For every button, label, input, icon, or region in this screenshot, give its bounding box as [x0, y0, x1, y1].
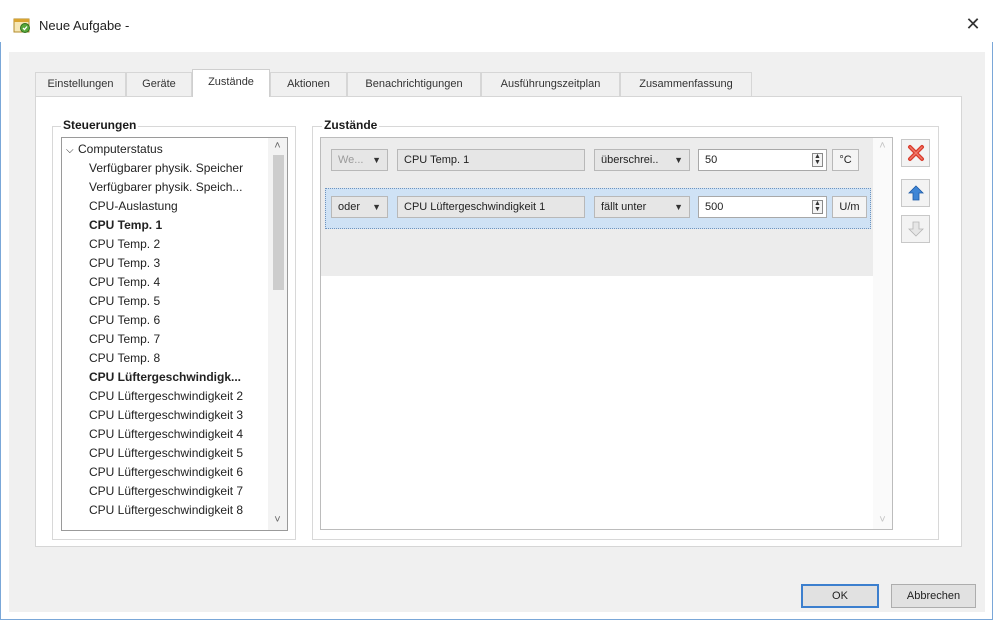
scroll-up-icon[interactable]: ˄ — [268, 138, 287, 154]
controls-tree-scrollbar[interactable]: ˄ ˅ — [268, 138, 287, 530]
spin-updown-icon[interactable]: ▲ ▼ — [812, 153, 823, 167]
ok-button[interactable]: OK — [801, 584, 879, 608]
scroll-up-icon[interactable]: ˄ — [873, 138, 892, 154]
tree-item[interactable]: CPU Lüftergeschwindigkeit 6 — [89, 463, 243, 482]
delete-state-button[interactable] — [901, 139, 930, 167]
tree-node-label: Computerstatus — [78, 142, 163, 156]
scroll-down-icon[interactable]: ˅ — [268, 512, 287, 528]
unit-label: °C — [832, 149, 859, 171]
tree-item[interactable]: CPU Lüftergeschwindigkeit 8 — [89, 501, 243, 520]
tab-geraete[interactable]: Geräte — [126, 72, 192, 96]
tree-item[interactable]: CPU Lüftergeschwindigkeit 2 — [89, 387, 243, 406]
move-up-button[interactable] — [901, 179, 930, 207]
tree-item[interactable]: Verfügbarer physik. Speich... — [89, 178, 242, 197]
value-text: 50 — [705, 154, 718, 166]
controls-group-title: Steuerungen — [61, 118, 139, 132]
cancel-button[interactable]: Abbrechen — [891, 584, 976, 608]
logic-dropdown[interactable]: We... ▼ — [331, 149, 388, 171]
sensor-field[interactable]: CPU Temp. 1 — [397, 149, 585, 171]
operator-dropdown-value: fällt unter — [601, 201, 647, 213]
value-spinbox[interactable]: 50 ▲ ▼ — [698, 149, 827, 171]
tree-item[interactable]: CPU Temp. 2 — [89, 235, 160, 254]
states-list: We... ▼ CPU Temp. 1 überschrei.. ▼ 50 ▲ ▼… — [320, 137, 893, 530]
tree-item[interactable]: CPU Lüftergeschwindigkeit 5 — [89, 444, 243, 463]
logic-dropdown-value: We... — [338, 154, 364, 166]
tree-item[interactable]: CPU Temp. 1 — [89, 216, 162, 235]
operator-dropdown[interactable]: überschrei.. ▼ — [594, 149, 690, 171]
controls-tree[interactable]: ⌵ Computerstatus Verfügbarer physik. Spei… — [61, 137, 288, 531]
title-bar: Neue Aufgabe - ✕ — [0, 0, 993, 42]
tree-item[interactable]: CPU Temp. 6 — [89, 311, 160, 330]
move-down-button[interactable] — [901, 215, 930, 243]
delete-x-icon — [907, 145, 924, 161]
chevron-down-icon[interactable]: ⌵ — [66, 141, 78, 160]
dropdown-arrow-icon: ▼ — [372, 202, 381, 212]
tab-zusammenfassung[interactable]: Zusammenfassung — [620, 72, 752, 96]
scrollbar-thumb[interactable] — [273, 155, 284, 290]
arrow-up-icon — [907, 185, 924, 201]
value-text: 500 — [705, 201, 724, 213]
tree-item[interactable]: CPU Lüftergeschwindigkeit 4 — [89, 425, 243, 444]
app-icon — [13, 18, 30, 33]
arrow-down-icon — [907, 221, 924, 237]
value-spinbox[interactable]: 500 ▲ ▼ — [698, 196, 827, 218]
tab-ausfuehrungszeitplan[interactable]: Ausführungszeitplan — [481, 72, 620, 96]
tree-item[interactable]: CPU Lüftergeschwindigk... — [89, 368, 241, 387]
tree-item[interactable]: CPU Temp. 8 — [89, 349, 160, 368]
logic-dropdown[interactable]: oder ▼ — [331, 196, 388, 218]
tree-item[interactable]: CPU Temp. 3 — [89, 254, 160, 273]
states-group-title: Zustände — [322, 118, 380, 132]
tree-item[interactable]: CPU Lüftergeschwindigkeit 7 — [89, 482, 243, 501]
scroll-down-icon[interactable]: ˅ — [873, 512, 892, 528]
tree-item[interactable]: CPU Temp. 4 — [89, 273, 160, 292]
tree-node-computerstatus[interactable]: ⌵ Computerstatus — [66, 140, 163, 159]
tree-item[interactable]: CPU Temp. 7 — [89, 330, 160, 349]
dropdown-arrow-icon: ▼ — [674, 155, 683, 165]
unit-label: U/m — [832, 196, 867, 218]
dropdown-arrow-icon: ▼ — [372, 155, 381, 165]
window-title: Neue Aufgabe - — [39, 18, 130, 33]
states-scrollbar[interactable]: ˄ ˅ — [873, 138, 892, 529]
operator-dropdown-value: überschrei.. — [601, 154, 659, 166]
tree-item[interactable]: CPU Temp. 5 — [89, 292, 160, 311]
operator-dropdown[interactable]: fällt unter ▼ — [594, 196, 690, 218]
tab-benachrichtigungen[interactable]: Benachrichtigungen — [347, 72, 481, 96]
tab-einstellungen[interactable]: Einstellungen — [35, 72, 126, 96]
tree-item[interactable]: Verfügbarer physik. Speicher — [89, 159, 243, 178]
spin-updown-icon[interactable]: ▲ ▼ — [812, 200, 823, 214]
sensor-field[interactable]: CPU Lüftergeschwindigkeit 1 — [397, 196, 585, 218]
close-window-button[interactable]: ✕ — [962, 13, 984, 35]
tab-zustaende[interactable]: Zustände — [192, 69, 270, 97]
tree-item[interactable]: CPU Lüftergeschwindigkeit 3 — [89, 406, 243, 425]
logic-dropdown-value: oder — [338, 201, 361, 213]
tree-item[interactable]: CPU-Auslastung — [89, 197, 178, 216]
tab-aktionen[interactable]: Aktionen — [270, 72, 347, 96]
dropdown-arrow-icon: ▼ — [674, 202, 683, 212]
